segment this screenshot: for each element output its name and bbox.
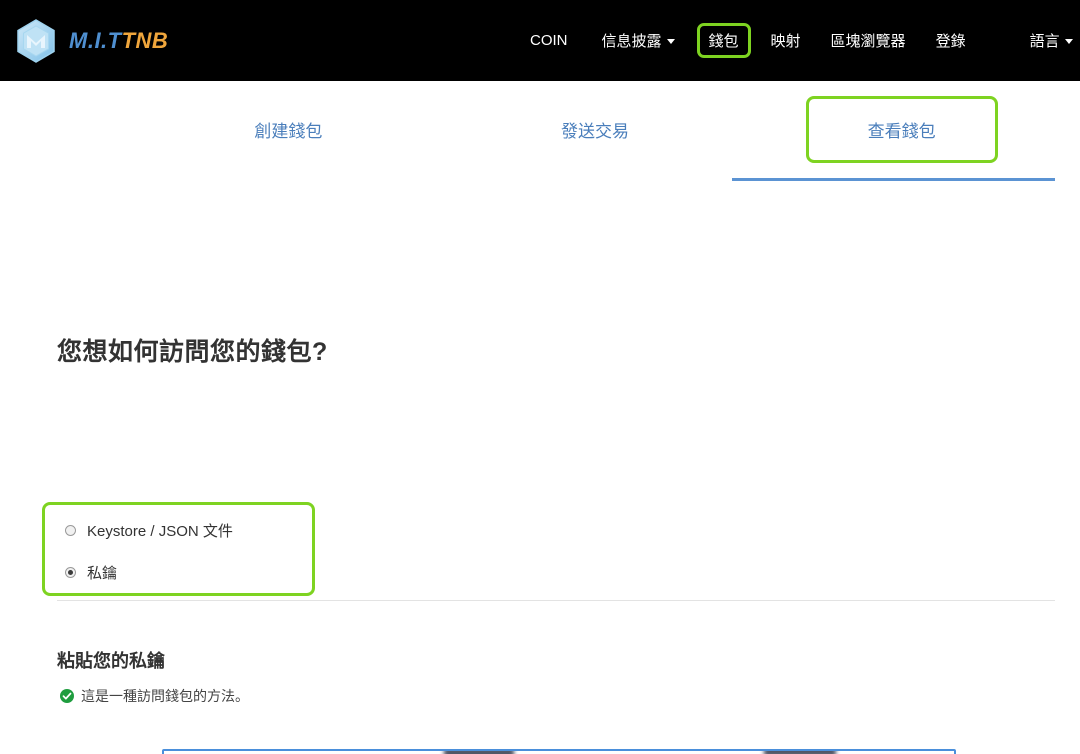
chevron-down-icon xyxy=(667,39,675,44)
nav-item-language-label: 語言 xyxy=(1030,30,1060,51)
brand-logo[interactable]: M.I.TTNB xyxy=(12,17,168,65)
redaction-smudge xyxy=(444,749,514,754)
tab-create-wallet[interactable]: 創建錢包 xyxy=(135,81,442,177)
nav-item-block-explorer-label: 區塊瀏覽器 xyxy=(831,30,906,51)
tab-send-transaction-label: 發送交易 xyxy=(561,117,629,142)
tab-send-transaction[interactable]: 發送交易 xyxy=(442,81,749,177)
check-circle-icon xyxy=(60,689,74,703)
page-title: 您想如何訪問您的錢包? xyxy=(57,332,328,368)
private-key-input[interactable]: ▙▚▛▖▞ ▟▚▘▛▙▞▘ ▜▚▘▞▙▟▘▚ ▛▞▙ ▟▚▘▞▙▛▚▘▙▜▚▞ xyxy=(162,749,956,754)
radio-option-private-key-label: 私鑰 xyxy=(87,562,117,583)
hexagon-m-logo-icon xyxy=(12,17,60,65)
hint-row: 這是一種訪問錢包的方法。 xyxy=(60,686,249,706)
nav-item-disclosure[interactable]: 信息披露 xyxy=(592,23,685,58)
redaction-smudge xyxy=(764,749,836,754)
brand-text: M.I.TTNB xyxy=(69,30,168,52)
access-method-radio-group: Keystore / JSON 文件 私鑰 xyxy=(42,502,315,596)
radio-option-keystore[interactable]: Keystore / JSON 文件 xyxy=(45,509,312,551)
nav-item-coin-label: COIN xyxy=(530,32,568,49)
nav-item-wallet[interactable]: 錢包 xyxy=(697,23,751,58)
radio-option-keystore-label: Keystore / JSON 文件 xyxy=(87,520,233,541)
section-divider xyxy=(57,600,1055,601)
hint-text: 這是一種訪問錢包的方法。 xyxy=(81,686,249,706)
wallet-tabs-bar: 創建錢包 發送交易 查看錢包 xyxy=(0,81,1080,177)
nav-item-block-explorer[interactable]: 區塊瀏覽器 xyxy=(821,23,916,58)
brand-text-secondary: TNB xyxy=(122,28,169,53)
radio-button-keystore[interactable] xyxy=(65,525,76,536)
tab-view-wallet-label: 查看錢包 xyxy=(868,117,936,142)
chevron-down-icon xyxy=(1065,39,1073,44)
tab-view-wallet-highlight: 查看錢包 xyxy=(806,96,998,163)
active-tab-underline xyxy=(732,178,1055,181)
site-header: M.I.TTNB COIN 信息披露 錢包 映射 區塊瀏覽器 登錄 語言 xyxy=(0,0,1080,81)
nav-item-language[interactable]: 語言 xyxy=(1020,23,1080,58)
nav-item-login-label: 登錄 xyxy=(936,30,966,51)
section-title-paste-private-key: 粘貼您的私鑰 xyxy=(57,647,165,673)
nav-item-login[interactable]: 登錄 xyxy=(926,23,976,58)
brand-text-primary: M.I.T xyxy=(69,28,122,53)
nav-item-mapping[interactable]: 映射 xyxy=(761,23,811,58)
main-navigation: COIN 信息披露 錢包 映射 區塊瀏覽器 登錄 語言 xyxy=(520,0,1080,81)
radio-button-private-key[interactable] xyxy=(65,567,76,578)
radio-option-private-key[interactable]: 私鑰 xyxy=(45,551,312,593)
tab-view-wallet[interactable]: 查看錢包 xyxy=(748,81,1055,177)
nav-item-disclosure-label: 信息披露 xyxy=(602,30,662,51)
nav-item-wallet-label: 錢包 xyxy=(709,30,739,51)
tab-create-wallet-label: 創建錢包 xyxy=(254,117,322,142)
nav-item-mapping-label: 映射 xyxy=(771,30,801,51)
wallet-tabs: 創建錢包 發送交易 查看錢包 xyxy=(135,81,1055,177)
nav-item-coin[interactable]: COIN xyxy=(520,25,578,56)
